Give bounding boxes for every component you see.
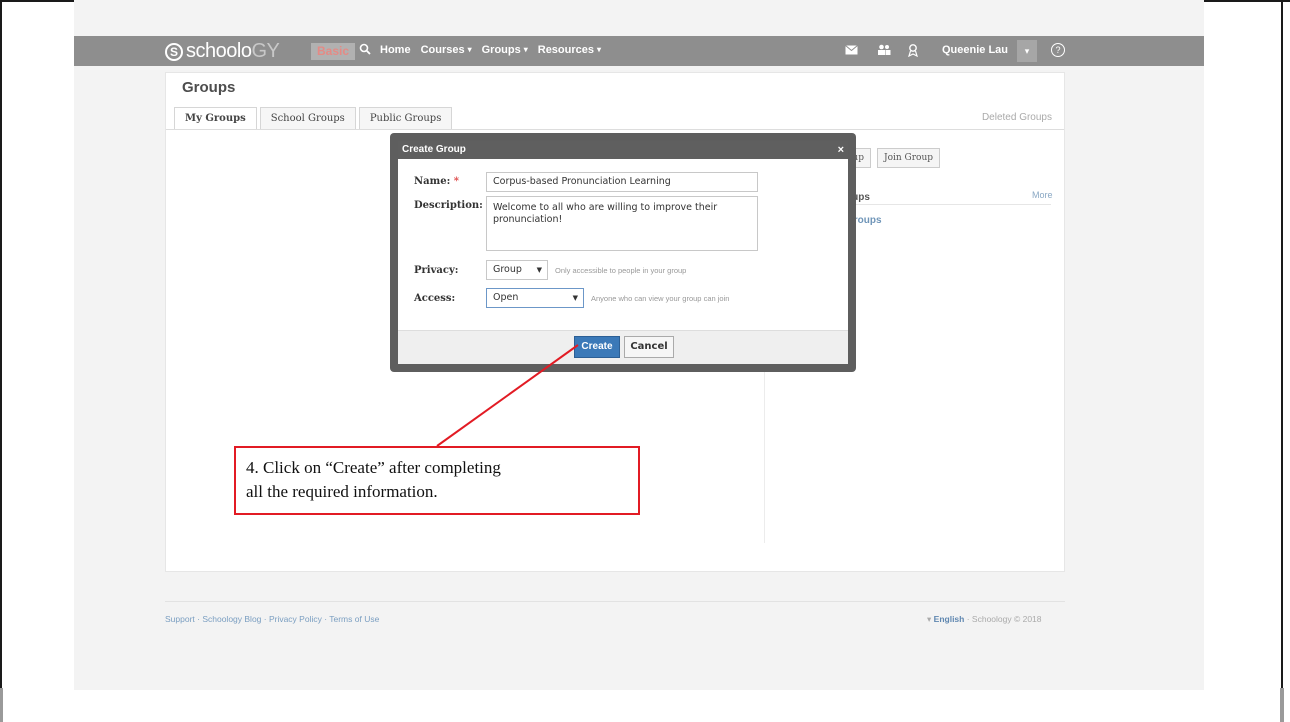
dialog-footer	[398, 330, 848, 364]
callout-line-1: 4. Click on “Create” after completing	[246, 458, 501, 477]
footer-rule	[165, 601, 1065, 602]
language-selector[interactable]: English	[934, 614, 965, 624]
schoology-logo[interactable]: S schooloGY	[165, 40, 280, 63]
plan-badge: Basic	[311, 43, 356, 60]
description-label: Description:	[414, 200, 483, 211]
name-input[interactable]: Corpus-based Pronunciation Learning	[486, 172, 758, 192]
user-menu-chevron-down-icon[interactable]: ▾	[1017, 40, 1037, 62]
sidebar-rule	[846, 204, 1051, 205]
close-icon[interactable]: ×	[838, 141, 844, 159]
nav-item-resources[interactable]: Resources ▾	[538, 44, 601, 56]
sidebar-more-link[interactable]: More	[1032, 190, 1053, 200]
logo-text: schooloGY	[186, 40, 280, 62]
required-mark: *	[453, 176, 459, 187]
dialog-body: Create Group × Name: * Corpus-based Pron…	[398, 141, 848, 364]
screenshot: S schooloGY Basic Home Courses ▾ Groups ▾ …	[74, 0, 1204, 690]
slide-border-left	[0, 0, 2, 722]
messages-icon[interactable]	[845, 44, 858, 58]
dialog-title: Create Group	[402, 144, 466, 155]
access-hint: Anyone who can view your group can join	[591, 294, 730, 303]
access-label: Access:	[414, 293, 456, 304]
cancel-button[interactable]: Cancel	[624, 336, 674, 358]
privacy-hint: Only accessible to people in your group	[555, 266, 687, 275]
notifications-icon[interactable]	[908, 44, 918, 60]
nav-item-home[interactable]: Home	[380, 44, 411, 56]
callout-line-2: all the required information.	[246, 482, 438, 501]
chevron-down-icon: ▼	[572, 294, 578, 302]
create-group-dialog: Create Group × Name: * Corpus-based Pron…	[390, 133, 856, 372]
chevron-down-icon: ▾	[927, 614, 932, 624]
deleted-groups-link[interactable]: Deleted Groups	[982, 112, 1052, 123]
main-nav: Home Courses ▾ Groups ▾ Resources ▾	[380, 44, 601, 56]
search-icon[interactable]	[359, 43, 371, 58]
chevron-down-icon: ▾	[467, 45, 472, 54]
chevron-down-icon: ▼	[536, 266, 542, 274]
footer-language: ▾ English · Schoology © 2018	[927, 614, 1042, 625]
access-select[interactable]: Open ▼	[486, 288, 584, 308]
slide-border-right	[1281, 0, 1283, 722]
privacy-select[interactable]: Group ▼	[486, 260, 548, 280]
logo-mark-icon: S	[165, 42, 183, 61]
nav-item-groups[interactable]: Groups ▾	[482, 44, 528, 56]
footer-links[interactable]: Support · Schoology Blog · Privacy Polic…	[165, 614, 379, 624]
chevron-down-icon: ▾	[523, 45, 528, 54]
page-title: Groups	[182, 79, 236, 96]
tab-public-groups[interactable]: Public Groups	[358, 107, 453, 129]
instruction-callout: 4. Click on “Create” after completing al…	[234, 446, 640, 515]
tab-divider	[166, 129, 1064, 130]
group-tabs: My Groups School Groups Public Groups	[174, 107, 455, 130]
name-label: Name: *	[414, 176, 459, 187]
description-textarea[interactable]: Welcome to all who are willing to improv…	[486, 196, 758, 251]
help-icon[interactable]: ?	[1051, 43, 1065, 57]
user-name[interactable]: Queenie Lau	[942, 44, 1008, 56]
chevron-down-icon: ▾	[597, 45, 602, 54]
slide-edge-bottom-left	[0, 688, 3, 722]
nav-item-courses[interactable]: Courses ▾	[421, 44, 472, 56]
connections-icon[interactable]	[877, 44, 891, 58]
tab-school-groups[interactable]: School Groups	[259, 107, 356, 129]
top-nav-bar: S schooloGY Basic Home Courses ▾ Groups ▾ …	[74, 36, 1204, 66]
tab-my-groups[interactable]: My Groups	[174, 107, 257, 130]
privacy-label: Privacy:	[414, 265, 459, 276]
join-group-button[interactable]: Join Group	[877, 148, 941, 168]
slide-edge-bottom-right	[1280, 688, 1284, 722]
create-button[interactable]: Create	[574, 336, 620, 358]
dialog-header: Create Group ×	[398, 141, 848, 159]
copyright: · Schoology © 2018	[966, 614, 1042, 624]
